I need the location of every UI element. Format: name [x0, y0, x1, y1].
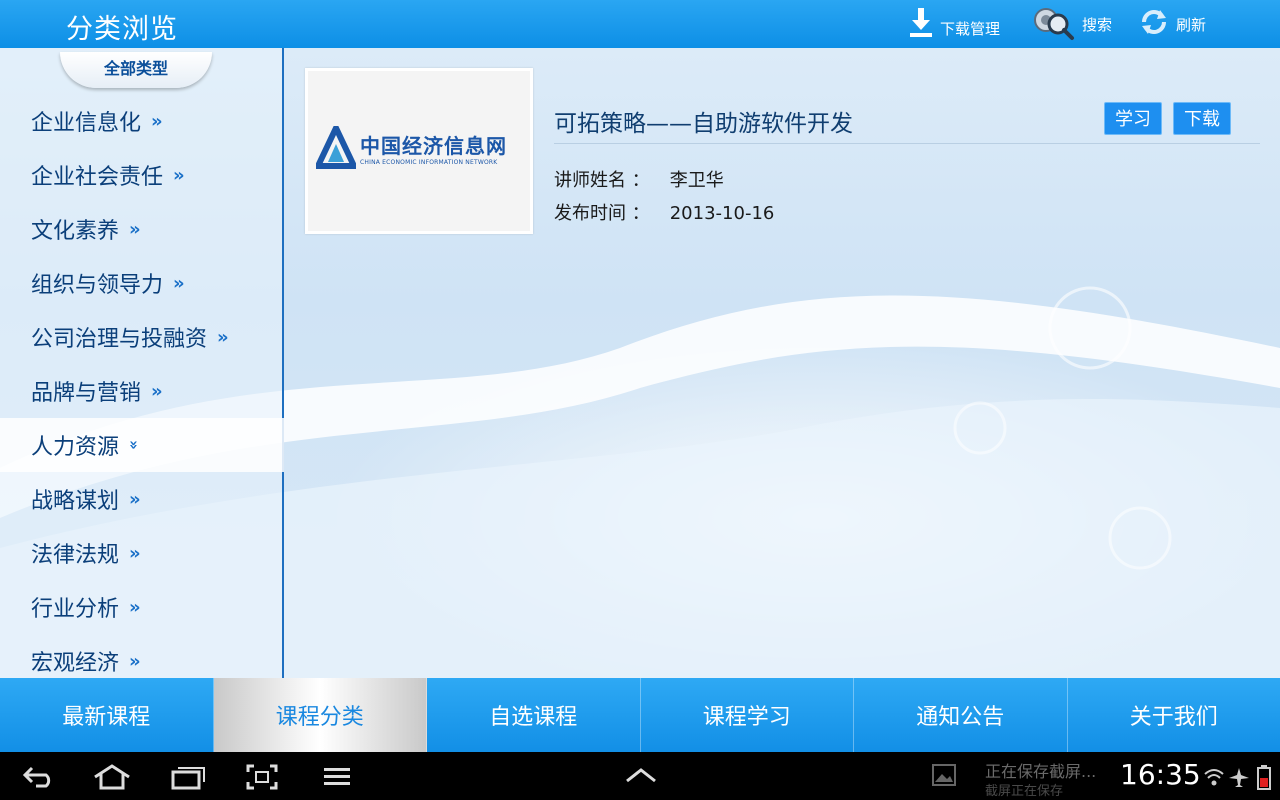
sidebar-item-enterprise-informatization[interactable]: 企业信息化 »	[0, 94, 284, 148]
sidebar-item-label: 法律法规	[31, 543, 120, 568]
home-icon[interactable]	[92, 764, 132, 794]
back-icon[interactable]	[22, 764, 56, 792]
sidebar-item-label: 品牌与营销	[31, 381, 142, 406]
sidebar-item-label: 组织与领导力	[31, 273, 164, 298]
search-icon	[1032, 2, 1076, 46]
divider	[554, 143, 1260, 144]
search-label: 搜索	[1082, 15, 1113, 34]
image-icon	[932, 764, 956, 790]
download-button[interactable]: 下载	[1173, 102, 1231, 135]
refresh-button[interactable]: 刷新	[1138, 0, 1206, 48]
sidebar-item-brand-marketing[interactable]: 品牌与营销 »	[0, 364, 284, 418]
sidebar-item-governance-investment[interactable]: 公司治理与投融资 »	[0, 310, 284, 364]
course-thumbnail[interactable]: 中国经济信息网 CHINA ECONOMIC INFORMATION NETWO…	[305, 68, 533, 234]
download-manager-button[interactable]: 下载管理	[908, 0, 1000, 48]
sidebar-item-label: 宏观经济	[31, 651, 120, 676]
date-row: 发布时间 ： 2013-10-16	[554, 199, 774, 225]
chevron-right-icon: »	[129, 596, 141, 618]
sidebar-item-strategy-planning[interactable]: 战略谋划 »	[0, 472, 284, 526]
sidebar-item-cultural-literacy[interactable]: 文化素养 »	[0, 202, 284, 256]
tab-course-categories[interactable]: 课程分类	[213, 678, 427, 752]
tab-notices[interactable]: 通知公告	[854, 678, 1068, 752]
tab-course-study[interactable]: 课程学习	[641, 678, 854, 752]
chevron-right-icon: »	[217, 326, 229, 348]
search-button[interactable]: 搜索	[1032, 0, 1112, 48]
chevron-down-icon: »	[124, 440, 143, 450]
chevron-right-icon: »	[173, 164, 185, 186]
chevron-right-icon: »	[151, 380, 163, 402]
teacher-row: 讲师姓名 ： 李卫华	[554, 166, 724, 192]
page-title: 分类浏览	[66, 14, 178, 45]
chevron-right-icon: »	[173, 272, 185, 294]
sidebar-item-label: 行业分析	[31, 597, 120, 622]
cei-logo-icon	[316, 126, 356, 169]
sidebar-item-label: 公司治理与投融资	[31, 327, 208, 352]
bottom-tab-bar: 最新课程 课程分类 自选课程 课程学习 通知公告 关于我们	[0, 678, 1280, 752]
publish-date: 2013-10-16	[669, 203, 775, 224]
chevron-right-icon: »	[129, 650, 141, 672]
refresh-icon	[1138, 6, 1170, 42]
sidebar-header: 全部类型	[0, 48, 284, 88]
sidebar-item-laws-regulations[interactable]: 法律法规 »	[0, 526, 284, 580]
sidebar-item-label: 企业社会责任	[31, 165, 164, 190]
tab-selected-courses[interactable]: 自选课程	[427, 678, 641, 752]
course-title[interactable]: 可拓策略——自助游软件开发	[554, 104, 853, 138]
airplane-icon	[1228, 766, 1250, 792]
notification-subtitle: 截屏正在保存	[985, 784, 1064, 799]
sidebar-item-label: 文化素养	[31, 219, 120, 244]
chevron-right-icon: »	[151, 110, 163, 132]
battery-icon	[1256, 764, 1272, 794]
wifi-icon	[1203, 766, 1225, 792]
study-button[interactable]: 学习	[1104, 102, 1162, 135]
sidebar-item-human-resources[interactable]: 人力资源 »	[0, 418, 284, 472]
sidebar-item-label: 战略谋划	[31, 489, 120, 514]
sidebar-item-label: 企业信息化	[31, 111, 142, 136]
chevron-right-icon: »	[129, 542, 141, 564]
sidebar-item-label: 人力资源	[31, 435, 120, 460]
chevron-right-icon: »	[129, 218, 141, 240]
sidebar-item-corporate-social-responsibility[interactable]: 企业社会责任 »	[0, 148, 284, 202]
date-label: 发布时间 ：	[554, 203, 650, 224]
download-manager-label: 下载管理	[940, 19, 1001, 38]
refresh-label: 刷新	[1176, 15, 1207, 34]
notification-title: 正在保存截屏...	[985, 762, 1097, 781]
sidebar-item-industry-analysis[interactable]: 行业分析 »	[0, 580, 284, 634]
chevron-up-icon[interactable]	[624, 766, 658, 788]
category-sidebar: 全部类型 企业信息化 » 企业社会责任 » 文化素养 » 组织与领导力 » 公司…	[0, 48, 284, 678]
tab-latest-courses[interactable]: 最新课程	[0, 678, 214, 752]
cei-logo: 中国经济信息网 CHINA ECONOMIC INFORMATION NETWO…	[316, 126, 507, 170]
download-icon	[908, 6, 934, 42]
chevron-right-icon: »	[129, 488, 141, 510]
top-bar: 分类浏览 下载管理 搜索 刷新	[0, 0, 1280, 48]
status-clock: 16:35	[1120, 758, 1201, 791]
screenshot-icon[interactable]	[246, 764, 278, 794]
recent-apps-icon[interactable]	[170, 764, 206, 794]
logo-english-text: CHINA ECONOMIC INFORMATION NETWORK	[360, 159, 498, 166]
logo-chinese-text: 中国经济信息网	[360, 134, 507, 158]
sidebar-item-organization-leadership[interactable]: 组织与领导力 »	[0, 256, 284, 310]
menu-icon[interactable]	[322, 764, 352, 792]
category-list: 企业信息化 » 企业社会责任 » 文化素养 » 组织与领导力 » 公司治理与投融…	[0, 94, 284, 688]
all-types-tab[interactable]: 全部类型	[60, 52, 212, 88]
tab-about-us[interactable]: 关于我们	[1068, 678, 1280, 752]
teacher-name: 李卫华	[669, 170, 724, 191]
teacher-label: 讲师姓名 ：	[554, 170, 650, 191]
